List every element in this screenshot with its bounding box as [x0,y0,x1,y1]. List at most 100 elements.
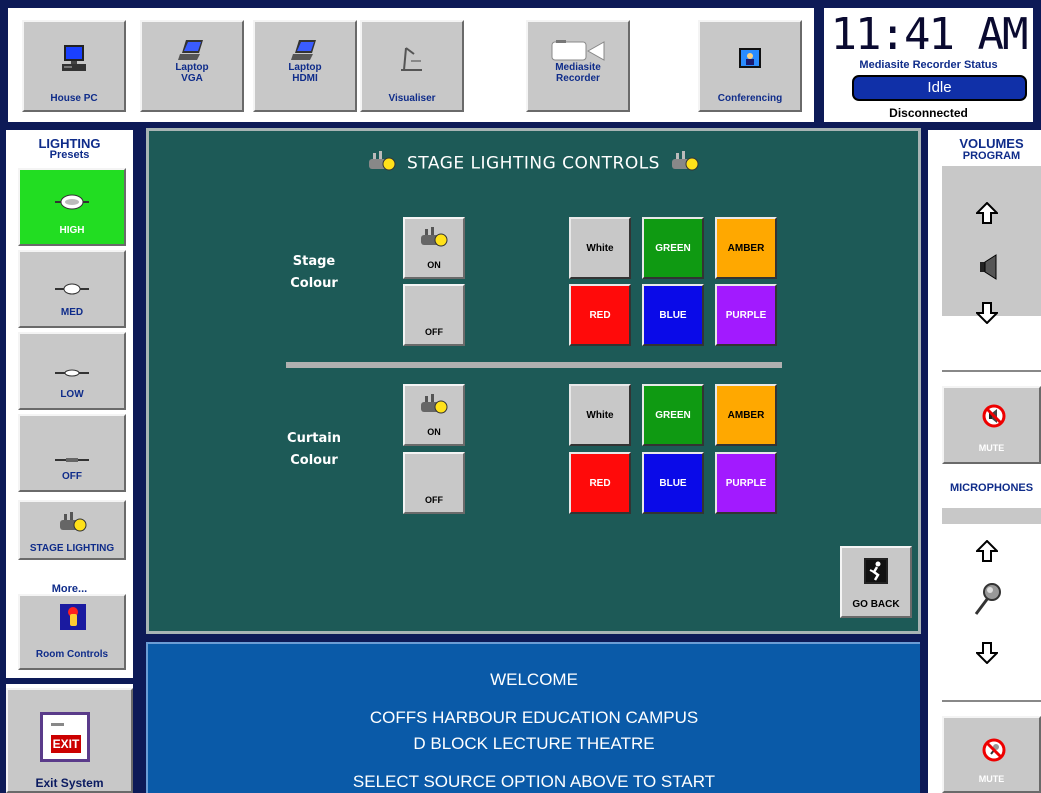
stage-lighting-button[interactable]: STAGE LIGHTING [18,500,126,560]
curtain-purple-button[interactable]: PURPLE [715,452,777,514]
microphones-label: MICROPHONES [949,482,1034,494]
room-controls-button[interactable]: Room Controls [18,594,126,670]
colour-label: PURPLE [725,310,767,321]
source-label: Mediasite Recorder [555,62,601,84]
spotlight-icon [367,149,397,178]
welcome-title: WELCOME [490,670,578,689]
stage-colour-label: Stage Colour [264,251,364,295]
colour-label: GREEN [655,243,691,254]
connection-status: Disconnected [889,106,968,120]
go-back-button[interactable]: GO BACK [840,546,912,618]
source-label: Conferencing [717,93,783,104]
preset-label: HIGH [59,225,85,236]
exit-system-label: Exit System [35,776,104,790]
recorder-status-title: Mediasite Recorder Status [859,59,998,71]
source-label: Visualiser [388,93,436,104]
source-mediasite-recorder-button[interactable]: Mediasite Recorder [526,20,630,112]
stage-green-button[interactable]: GREEN [642,217,704,279]
curtain-blue-button[interactable]: BLUE [642,452,704,514]
curtain-white-button[interactable]: White [569,384,631,446]
curtain-colour-label: Curtain Colour [264,428,364,472]
mic-volume-up-icon[interactable] [974,539,1000,567]
preset-low-button[interactable]: LOW [18,332,126,410]
stage-lighting-panel: STAGE LIGHTING CONTROLS Stage Colour ON … [146,128,921,634]
spotlight-icon [419,392,449,421]
recorder-state-badge: Idle [852,75,1027,101]
stage-red-button[interactable]: RED [569,284,631,346]
colour-label: White [586,243,614,254]
lamp-icon [55,450,89,468]
colour-label: PURPLE [725,478,767,489]
separator [942,370,1041,372]
curtain-on-button[interactable]: ON [403,384,465,446]
preset-off-button[interactable]: OFF [18,414,126,492]
microphone-mute-label: MUTE [978,774,1005,784]
colour-label: GREEN [655,410,691,421]
curtain-green-button[interactable]: GREEN [642,384,704,446]
go-back-label: GO BACK [852,599,900,610]
colour-label: White [586,410,614,421]
spotlight-icon [419,225,449,254]
stage-lighting-title-text: STAGE LIGHTING CONTROLS [407,153,660,174]
room-controls-label: Room Controls [35,649,109,660]
volumes-panel: VOLUMES PROGRAM MUTE MICROPHONES MUTE [928,130,1041,793]
exit-sign-icon: EXIT [40,712,90,762]
mic-volume-down-icon[interactable] [974,642,1000,669]
stage-blue-button[interactable]: BLUE [642,284,704,346]
volume-down-icon[interactable] [974,302,1000,329]
colour-label: RED [589,310,611,321]
curtain-off-label: OFF [425,495,443,505]
mute-speaker-icon [982,404,1006,433]
lighting-subheading: Presets [49,149,90,161]
stage-amber-button[interactable]: AMBER [715,217,777,279]
source-bar: House PC Laptop VGA Laptop HDMI Visualis… [6,6,816,124]
stage-off-button[interactable]: OFF [403,284,465,346]
source-visualiser-button[interactable]: Visualiser [360,20,464,112]
section-divider [286,362,782,368]
colour-label: BLUE [659,478,687,489]
lamp-icon [55,282,89,300]
source-label: Laptop VGA [175,62,209,84]
program-mute-button[interactable]: MUTE [942,386,1041,464]
recorder-status-panel: 11:41 AM Mediasite Recorder Status Idle … [822,6,1035,124]
microphone-volume-bar [942,508,1041,524]
room-name: D BLOCK LECTURE THEATRE [413,734,655,753]
stage-off-label: OFF [425,327,443,337]
exit-runner-icon [864,558,888,584]
curtain-off-button[interactable]: OFF [403,452,465,514]
curtain-on-label: ON [427,427,441,437]
preset-high-button[interactable]: HIGH [18,168,126,246]
clock: 11:41 AM [830,9,1029,60]
stage-on-button[interactable]: ON [403,217,465,279]
preset-med-button[interactable]: MED [18,250,126,328]
curtain-amber-button[interactable]: AMBER [715,384,777,446]
stage-white-button[interactable]: White [569,217,631,279]
program-volume-bar [942,166,1041,316]
spotlight-icon [670,149,700,178]
source-house-pc-button[interactable]: House PC [22,20,126,112]
lighting-presets-panel: LIGHTING Presets HIGH MED LOW OFF STAGE … [6,130,133,678]
lamp-icon [55,194,89,215]
separator [942,700,1041,702]
curtain-red-button[interactable]: RED [569,452,631,514]
source-laptop-vga-button[interactable]: Laptop VGA [140,20,244,112]
program-label: PROGRAM [962,150,1021,162]
source-laptop-hdmi-button[interactable]: Laptop HDMI [253,20,357,112]
microphone-mute-button[interactable]: MUTE [942,716,1041,793]
colour-label: AMBER [727,410,765,421]
speaker-icon [980,254,998,285]
program-mute-label: MUTE [978,443,1005,453]
stage-purple-button[interactable]: PURPLE [715,284,777,346]
preset-label: LOW [60,389,84,400]
source-conferencing-button[interactable]: Conferencing [698,20,802,112]
exit-sign-text: EXIT [51,735,81,753]
volumes-heading: VOLUMES [959,136,1024,151]
colour-label: AMBER [727,243,765,254]
mute-microphone-icon [982,738,1006,767]
volume-up-icon[interactable] [974,201,1000,229]
desktop-pc-icon [24,42,124,76]
colour-label: BLUE [659,310,687,321]
stage-lighting-title: STAGE LIGHTING CONTROLS [149,149,918,178]
exit-system-button[interactable]: EXIT Exit System [6,688,133,793]
microphone-icon [972,582,1002,621]
